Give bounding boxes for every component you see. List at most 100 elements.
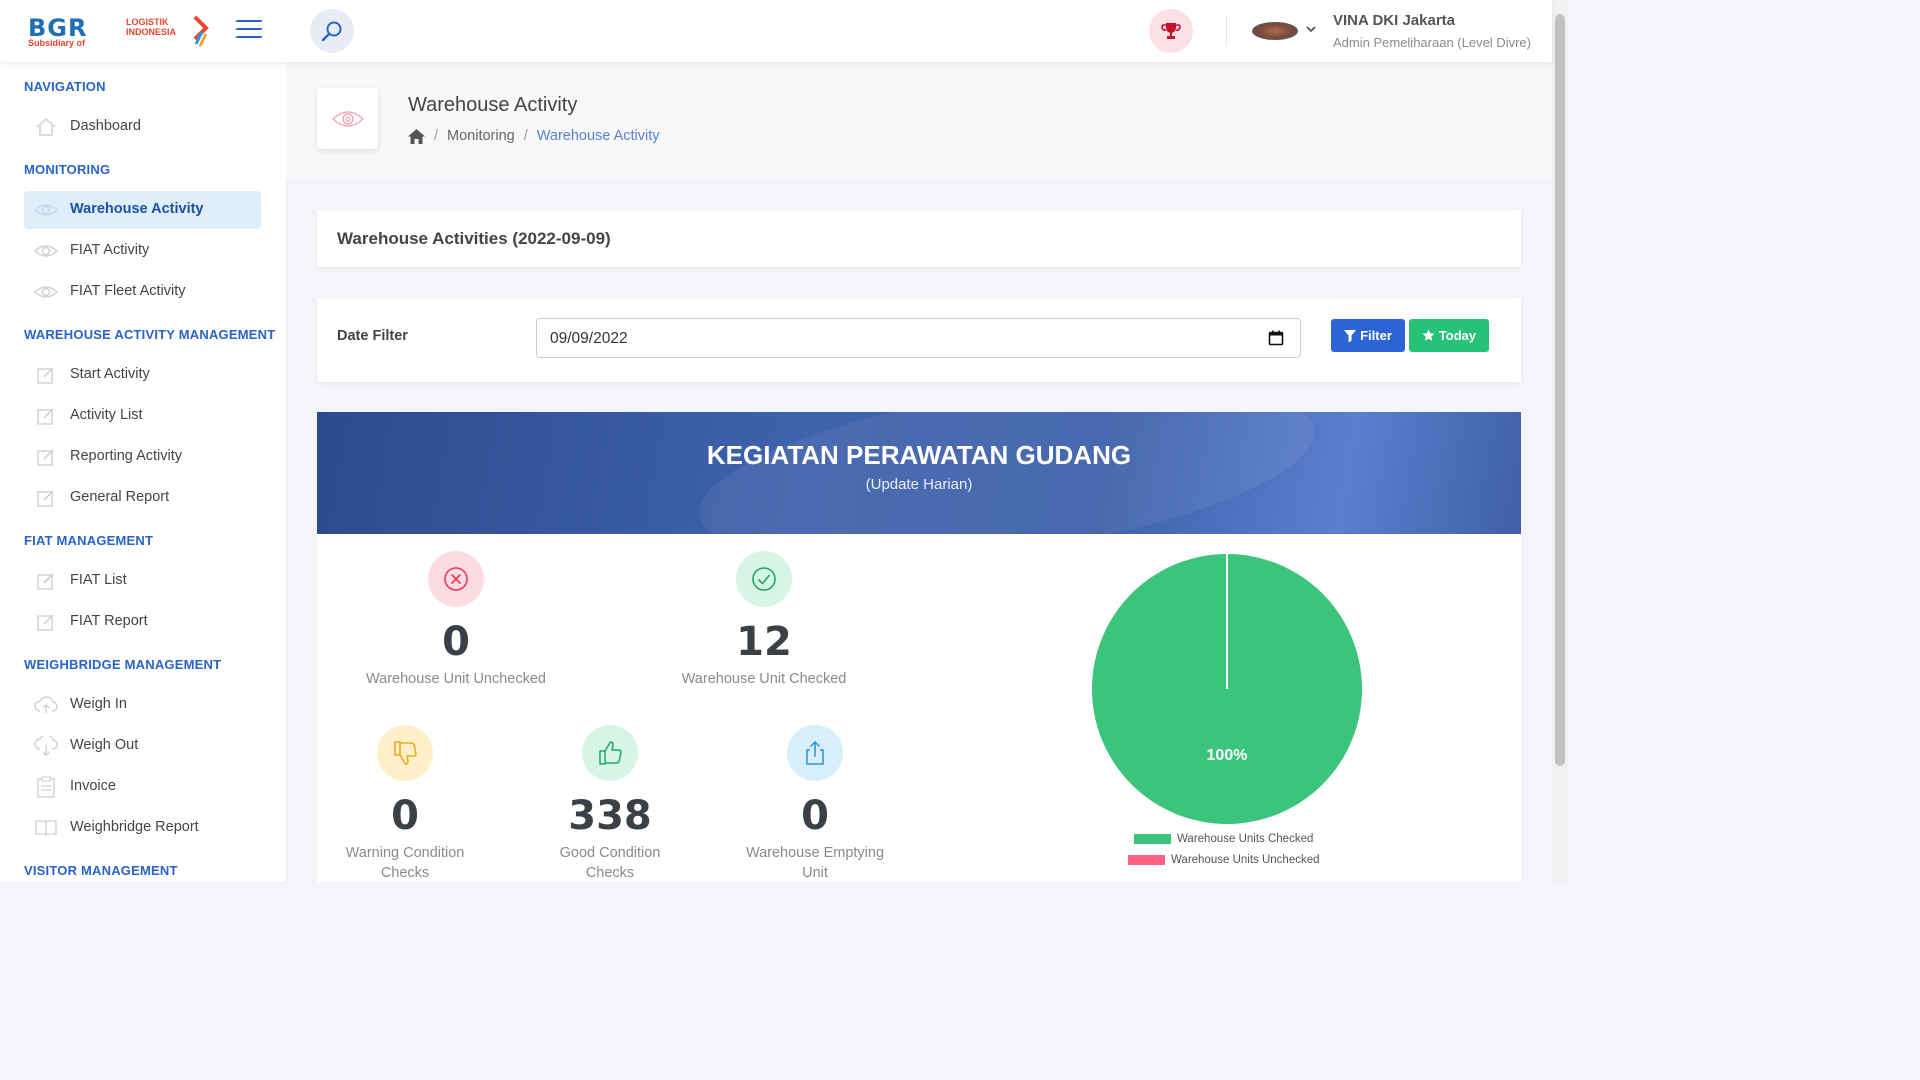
sidebar-item-fiat-activity[interactable]: FIAT Activity (24, 232, 261, 270)
section-visitor-management: VISITOR MANAGEMENT (24, 863, 178, 878)
breadcrumb-monitoring[interactable]: Monitoring (447, 128, 515, 144)
page-icon (317, 88, 378, 149)
edit-icon (34, 447, 58, 467)
sidebar-item-label: Weigh Out (70, 737, 139, 753)
breadcrumb-separator: / (523, 128, 528, 144)
company-logo[interactable]: BGR LOGISTIK INDONESIA Subsidiary of (28, 14, 214, 50)
cloud-upload-icon (34, 695, 58, 715)
legend-swatch (1134, 834, 1171, 844)
edit-icon (34, 612, 58, 632)
calendar-icon[interactable] (1268, 330, 1284, 346)
section-monitoring: MONITORING (24, 162, 111, 177)
user-role: Admin Pemeliharaan (Level Divre) (1333, 35, 1531, 50)
sidebar-item-label: Invoice (70, 778, 116, 794)
legend-label: Warehouse Units Unchecked (1171, 854, 1320, 866)
filter-button[interactable]: Filter (1331, 319, 1405, 352)
thumbs-up-icon (599, 741, 622, 765)
pie-chart: 100% (1092, 554, 1362, 824)
home-icon (34, 117, 58, 137)
sidebar-item-label: Dashboard (70, 118, 141, 134)
stat-unit-unchecked: 0 Warehouse Unit Unchecked (356, 551, 556, 689)
stat-label: Warehouse Unit Checked (681, 671, 847, 687)
date-filter-label: Date Filter (337, 328, 408, 344)
sidebar-item-weigh-in[interactable]: Weigh In (24, 686, 261, 724)
stat-value: 0 (801, 793, 829, 839)
stat-value: 0 (391, 793, 419, 839)
stat-emptying-unit: 0 Warehouse Emptying Unit (740, 725, 890, 883)
sidebar-item-warehouse-activity[interactable]: Warehouse Activity (24, 191, 261, 229)
stat-value: 0 (442, 619, 470, 665)
edit-icon (34, 488, 58, 508)
legend-swatch (1128, 855, 1165, 865)
legend-item-checked[interactable]: Warehouse Units Checked (1134, 833, 1313, 845)
book-icon (34, 818, 58, 838)
page-title: Warehouse Activity (408, 94, 578, 116)
logo-text: LOGISTIK INDONESIA (126, 17, 177, 37)
banner-subtitle: (Update Harian) (865, 476, 973, 493)
sidebar-item-label: Start Activity (70, 366, 150, 382)
sidebar-item-fiat-list[interactable]: FIAT List (24, 562, 261, 600)
legend-label: Warehouse Units Checked (1177, 833, 1314, 845)
sidebar-item-reporting-activity[interactable]: Reporting Activity (24, 438, 261, 476)
thumbs-down-icon (394, 741, 417, 765)
banner-title: KEGIATAN PERAWATAN GUDANG (706, 440, 1132, 470)
sidebar-item-start-activity[interactable]: Start Activity (24, 356, 261, 394)
stat-label: Warning Condition Checks (345, 845, 465, 881)
star-icon (1422, 329, 1435, 341)
top-header: BGR LOGISTIK INDONESIA Subsidiary of VINA… (0, 0, 1552, 62)
sidebar-item-fiat-fleet-activity[interactable]: FIAT Fleet Activity (24, 273, 261, 311)
trophy-icon (1161, 23, 1181, 39)
sidebar-item-label: FIAT Activity (70, 242, 150, 258)
stat-label: Good Condition Checks (559, 845, 661, 881)
close-circle-icon (444, 567, 468, 591)
date-filter-input[interactable]: 09/09/2022 (536, 318, 1301, 358)
achievement-button[interactable] (1149, 9, 1193, 53)
sidebar-item-fiat-report[interactable]: FIAT Report (24, 603, 261, 641)
check-circle-icon (752, 567, 776, 591)
sidebar-item-label: Warehouse Activity (70, 201, 204, 217)
sidebar-item-weigh-out[interactable]: Weigh Out (24, 727, 261, 765)
stat-warning-checks: 0 Warning Condition Checks (330, 725, 480, 883)
stat-label: Warehouse Emptying Unit (745, 845, 885, 881)
share-upload-icon (806, 740, 824, 765)
eye-icon (34, 241, 58, 261)
logo-subsidiary: Subsidiary of (28, 38, 86, 48)
sidebar-item-label: FIAT Report (70, 613, 148, 629)
user-name: VINA DKI Jakarta (1333, 12, 1455, 29)
stat-good-checks: 338 Good Condition Checks (535, 725, 685, 883)
stat-icon-circle (787, 725, 843, 781)
sidebar-item-invoice[interactable]: Invoice (24, 768, 261, 806)
legend-item-unchecked[interactable]: Warehouse Units Unchecked (1128, 854, 1320, 866)
sidebar-item-label: FIAT Fleet Activity (70, 283, 186, 299)
chevron-down-icon[interactable] (1306, 24, 1316, 34)
cloud-download-icon (34, 736, 58, 756)
clipboard-icon (34, 776, 58, 798)
section-weighbridge-management: WEIGHBRIDGE MANAGEMENT (24, 657, 222, 672)
scrollbar-thumb[interactable] (1555, 14, 1565, 766)
logo-arrow-icon (193, 15, 209, 47)
sidebar-item-activity-list[interactable]: Activity List (24, 397, 261, 435)
scrollbar[interactable] (1552, 0, 1568, 882)
sidebar-item-general-report[interactable]: General Report (24, 479, 261, 517)
today-button[interactable]: Today (1409, 319, 1489, 352)
sidebar-item-weighbridge-report[interactable]: Weighbridge Report (24, 809, 261, 847)
sidebar-item-dashboard[interactable]: Dashboard (24, 108, 261, 146)
stat-icon-circle (736, 551, 792, 607)
sidebar-item-label: General Report (70, 489, 170, 505)
breadcrumb: / Monitoring / Warehouse Activity (408, 128, 660, 144)
stat-icon-circle (428, 551, 484, 607)
page-header (286, 62, 1552, 180)
stat-unit-checked: 12 Warehouse Unit Checked (664, 551, 864, 689)
pie-percent-label: 100% (1207, 747, 1248, 764)
section-fiat-management: FIAT MANAGEMENT (24, 533, 154, 548)
breadcrumb-current: Warehouse Activity (536, 128, 660, 144)
sidebar-item-label: Activity List (70, 407, 143, 423)
avatar[interactable] (1252, 22, 1298, 40)
menu-toggle-icon[interactable] (236, 20, 262, 40)
stat-value: 338 (568, 793, 652, 839)
home-icon[interactable] (408, 128, 425, 144)
card-title: Warehouse Activities (2022-09-09) (337, 229, 611, 248)
sidebar-item-label: Weighbridge Report (70, 819, 199, 835)
search-button[interactable] (310, 9, 354, 53)
date-value: 09/09/2022 (550, 330, 628, 347)
